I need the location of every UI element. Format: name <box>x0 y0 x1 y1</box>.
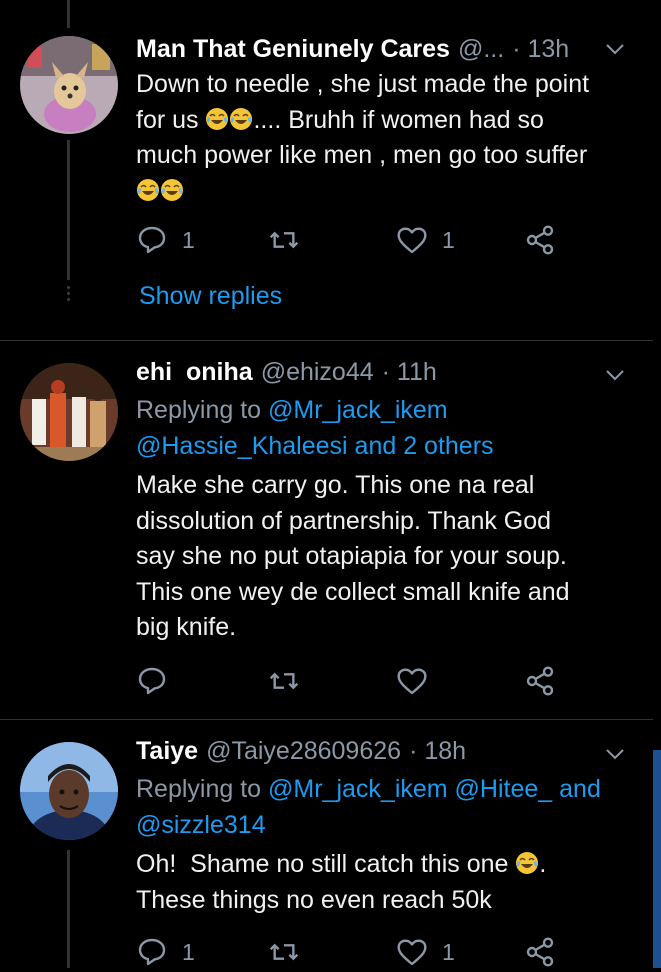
reply-icon <box>136 936 168 968</box>
tweet-actions <box>136 665 636 701</box>
like-button[interactable]: 1 <box>396 936 455 968</box>
user-handle[interactable]: @... <box>458 34 504 64</box>
retweet-button[interactable] <box>268 224 300 256</box>
reply-count: 1 <box>182 226 195 253</box>
tweet-text: Oh! Shame no still catch this one . Thes… <box>136 847 653 918</box>
chevron-down-icon[interactable] <box>605 368 625 382</box>
joy-emoji-icon <box>229 107 253 131</box>
retweet-button[interactable] <box>268 665 300 697</box>
tweet-actions: 1 1 <box>136 936 636 972</box>
share-button[interactable] <box>524 665 556 697</box>
tweet-header: Man That Geniunely Cares @... · 13h <box>136 34 653 64</box>
joy-emoji-icon <box>136 178 160 202</box>
like-icon <box>396 665 428 697</box>
avatar[interactable] <box>20 36 118 134</box>
timestamp[interactable]: · 18h <box>409 736 466 766</box>
joy-emoji-icon <box>205 107 229 131</box>
tweet-text-line: These things no even reach 50k <box>136 885 492 914</box>
chevron-down-icon[interactable] <box>605 42 625 56</box>
user-handle[interactable]: @Taiye28609626 <box>206 736 401 766</box>
replying-to: Replying to @Mr_jack_ikem <box>136 396 448 424</box>
tweet-text: Down to needle , she just made the point… <box>136 67 653 209</box>
tweet-text-line: Oh! Shame no still catch this one . <box>136 850 547 878</box>
tweet[interactable]: ehi oniha @ehizo44 · 11h Replying to @Mr… <box>0 341 653 718</box>
like-count: 1 <box>442 226 455 253</box>
display-name[interactable]: ehi oniha <box>136 357 253 387</box>
display-name[interactable]: Man That Geniunely Cares <box>136 34 450 64</box>
like-button[interactable] <box>396 665 442 697</box>
tweet-text-line: much power like men , men go too suffer <box>136 141 588 169</box>
mention-link[interactable]: @Mr_jack_ikem @Hitee_ and <box>268 775 601 803</box>
mention-link[interactable]: @Hassie_Khaleesi and 2 others <box>136 432 494 460</box>
user-handle[interactable]: @ehizo44 <box>261 357 374 387</box>
show-replies-link[interactable]: Show replies <box>139 282 282 311</box>
reply-button[interactable]: 1 <box>136 936 195 968</box>
reply-count: 1 <box>182 938 195 965</box>
tweet-text-line: dissolution of partnership. Thank God <box>136 506 552 535</box>
display-name[interactable]: Taiye <box>136 736 198 766</box>
tweet-text-line: say she no put otapiapia for your soup. <box>136 542 567 570</box>
tweet-text-line: for us .... Bruhh if women had so <box>136 105 544 134</box>
tweet[interactable]: Man That Geniunely Cares @... · 13h Down… <box>0 0 653 340</box>
replying-to-line2: @Hassie_Khaleesi and 2 others <box>136 428 653 464</box>
timestamp[interactable]: · 13h <box>512 34 569 64</box>
scrollbar[interactable] <box>653 750 661 968</box>
avatar[interactable] <box>20 363 118 461</box>
retweet-icon <box>268 936 300 968</box>
replying-to: Replying to @Mr_jack_ikem @Hitee_ and <box>136 775 601 803</box>
retweet-icon <box>268 224 300 256</box>
tweet-header: ehi oniha @ehizo44 · 11h <box>136 357 653 387</box>
tweet[interactable]: Taiye @Taiye28609626 · 18h Replying to @… <box>0 720 653 968</box>
tweet-text: Make she carry go. This one na real diss… <box>136 468 653 646</box>
joy-emoji-icon <box>160 178 184 202</box>
timestamp[interactable]: · 11h <box>382 357 437 387</box>
reply-icon <box>136 665 168 697</box>
retweet-icon <box>268 665 300 697</box>
like-button[interactable]: 1 <box>396 224 455 256</box>
share-icon <box>524 665 556 697</box>
mention-link[interactable]: @sizzle314 <box>136 811 266 839</box>
retweet-button[interactable] <box>268 936 300 968</box>
tweet-text-line: Down to needle , she just made the point <box>136 70 590 98</box>
tweet-actions: 1 1 <box>136 224 636 260</box>
replying-to-line2: @sizzle314 <box>136 807 653 843</box>
tweet-text-line <box>136 174 653 210</box>
reply-button[interactable] <box>136 665 182 697</box>
reply-icon <box>136 224 168 256</box>
like-icon <box>396 224 428 256</box>
chevron-down-icon[interactable] <box>605 747 625 761</box>
share-button[interactable] <box>524 224 556 256</box>
joy-emoji-icon <box>515 851 539 875</box>
mention-link[interactable]: @Mr_jack_ikem <box>268 396 448 424</box>
share-icon <box>524 936 556 968</box>
avatar[interactable] <box>20 742 118 840</box>
tweet-text-line: Make she carry go. This one na real <box>136 471 535 499</box>
reply-button[interactable]: 1 <box>136 224 195 256</box>
tweet-text-line: This one wey de collect small knife and <box>136 577 570 606</box>
share-button[interactable] <box>524 936 556 968</box>
tweet-text-line: big knife. <box>136 613 237 641</box>
like-count: 1 <box>442 938 455 965</box>
tweet-header: Taiye @Taiye28609626 · 18h <box>136 736 653 766</box>
like-icon <box>396 936 428 968</box>
share-icon <box>524 224 556 256</box>
